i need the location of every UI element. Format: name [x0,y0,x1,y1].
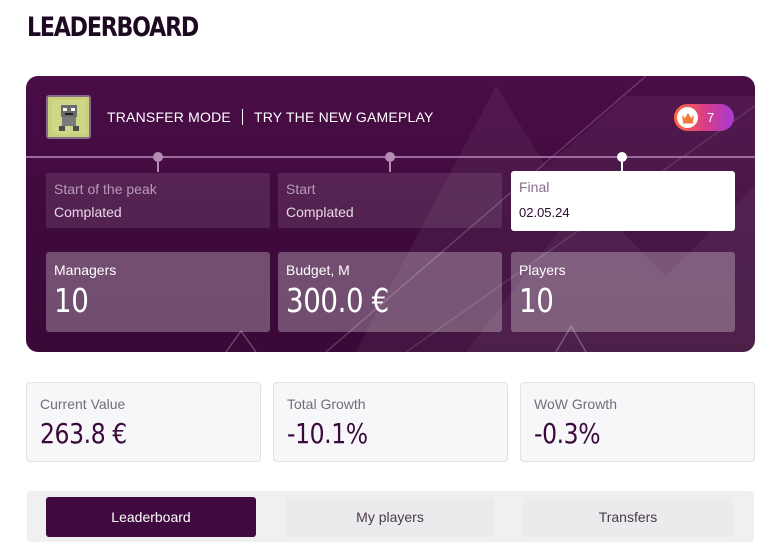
rank-value: 7 [707,110,715,125]
kpi-value: -10.1% [287,417,368,450]
kpi-value: 263.8 € [40,417,127,450]
timeline-stem-2 [389,162,391,172]
stage-final: Final 02.05.24 [511,171,735,231]
stage-label: Final [519,179,550,195]
mode-thumbnail [46,95,91,139]
stat-label: Players [519,262,566,278]
kpi-total-growth: Total Growth -10.1% [273,382,508,462]
stat-managers: Managers 10 [46,252,270,332]
stat-players: Players 10 [511,252,735,332]
kpi-value: -0.3% [534,417,601,450]
stage-label: Start [286,181,316,197]
mode-title: TRANSFER MODE TRY THE NEW GAMEPLAY [107,109,434,125]
mode-mascot-icon [51,100,86,134]
kpi-label: WoW Growth [534,396,617,412]
tab-my-players[interactable]: My players [285,497,495,537]
mode-label: TRANSFER MODE [107,109,231,125]
stat-value: 10 [519,281,554,320]
kpi-label: Current Value [40,396,126,412]
timeline-node-2 [385,152,395,162]
stat-label: Managers [54,262,117,278]
mode-divider [241,109,243,125]
stage-label: Start of the peak [54,181,157,197]
transfer-mode-card: TRANSFER MODE TRY THE NEW GAMEPLAY 7 Sta… [26,76,755,352]
page-title: LEADERBOARD [27,12,199,43]
stage-start-of-peak: Start of the peak Complated [46,173,270,228]
mode-header: TRANSFER MODE TRY THE NEW GAMEPLAY [46,95,434,139]
stage-start: Start Complated [278,173,502,228]
tab-transfers[interactable]: Transfers [523,497,733,537]
stage-status: Complated [286,204,354,220]
kpi-wow-growth: WoW Growth -0.3% [520,382,755,462]
timeline-stem-1 [157,162,159,172]
kpi-label: Total Growth [287,396,366,412]
tab-leaderboard[interactable]: Leaderboard [46,497,256,537]
mode-tagline: TRY THE NEW GAMEPLAY [253,109,434,125]
view-tabs: Leaderboard My players Transfers [27,491,754,542]
stat-value: 300.0 € [286,281,389,320]
timeline-node-3 [617,152,627,162]
stat-value: 10 [54,281,89,320]
kpi-current-value: Current Value 263.8 € [26,382,261,462]
crown-icon [677,107,698,128]
stage-date: 02.05.24 [519,205,570,220]
stat-budget: Budget, M 300.0 € [278,252,502,332]
rank-badge[interactable]: 7 [674,104,734,131]
timeline-node-1 [153,152,163,162]
stage-status: Complated [54,204,122,220]
stat-label: Budget, M [286,262,350,278]
